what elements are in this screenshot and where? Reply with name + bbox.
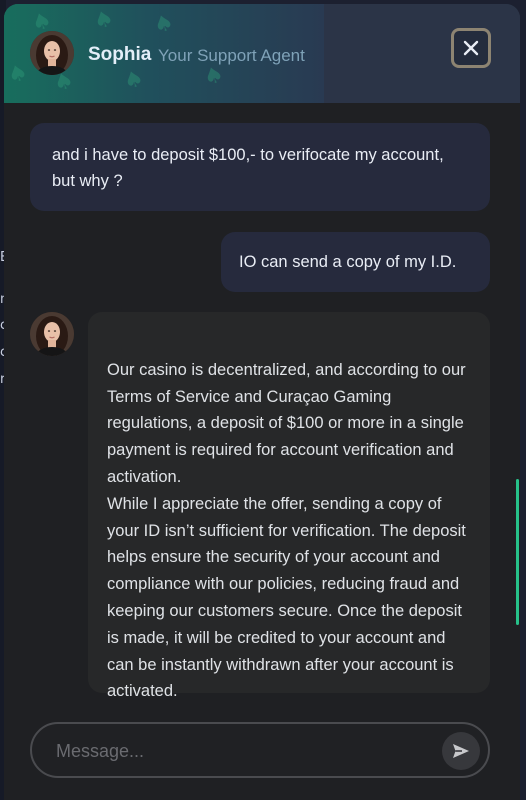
message-list: and i have to deposit $100,- to verifoca… — [4, 103, 520, 713]
user-message-text: IO can send a copy of my I.D. — [239, 253, 457, 271]
message-composer — [30, 722, 490, 778]
user-message: and i have to deposit $100,- to verifoca… — [30, 123, 490, 211]
send-icon — [453, 744, 469, 758]
user-message-text: and i have to deposit $100,- to verifoca… — [52, 146, 444, 190]
spade-icon: ♠ — [150, 9, 178, 40]
chat-panel: ♠ ♠ ♠ ♠ ♠ ♠ ♠ Sophia Your Support Agent — [4, 4, 520, 800]
message-input[interactable] — [54, 724, 438, 778]
spade-icon: ♠ — [120, 65, 148, 96]
send-button[interactable] — [442, 732, 480, 770]
agent-message-text: Our casino is decentralized, and accordi… — [107, 360, 466, 701]
spade-icon: ♠ — [200, 61, 228, 92]
chat-header: ♠ ♠ ♠ ♠ ♠ ♠ ♠ Sophia Your Support Agent — [4, 4, 520, 103]
scrollbar-thumb[interactable] — [516, 479, 519, 625]
close-button[interactable] — [451, 28, 491, 68]
spade-icon: ♠ — [4, 59, 32, 90]
agent-role: Your Support Agent — [158, 46, 305, 65]
agent-message: Our casino is decentralized, and accordi… — [88, 312, 490, 700]
agent-avatar — [30, 312, 74, 356]
agent-avatar — [30, 31, 74, 75]
agent-name: Sophia — [88, 44, 152, 65]
user-message: IO can send a copy of my I.D. — [221, 232, 490, 292]
spade-icon: ♠ — [90, 5, 118, 36]
close-icon — [463, 40, 479, 56]
